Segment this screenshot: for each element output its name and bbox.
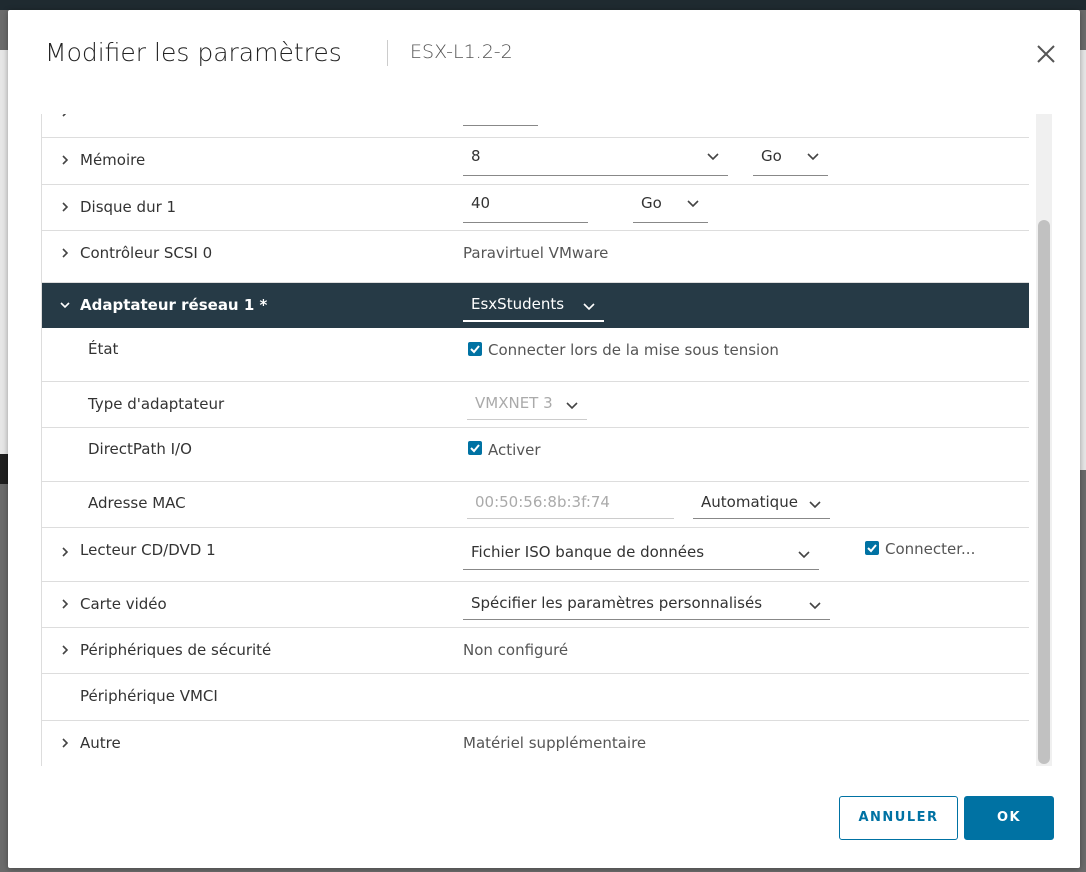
row-value: Paravirtuel VMware: [463, 244, 609, 262]
row-disque: Disque dur 1 40 Go: [42, 185, 1029, 231]
chevron-down-icon: [583, 303, 595, 311]
row-label: Autre: [80, 734, 121, 752]
chevron-right-icon[interactable]: [60, 738, 70, 748]
row-value: Matériel supplémentaire: [463, 734, 647, 752]
dialog-subtitle: ESX-L1.2-2: [410, 41, 513, 63]
row-autre: Autre Matériel supplémentaire: [42, 721, 1029, 766]
mac-mode-select[interactable]: Automatique: [693, 488, 830, 519]
row-vmci: Périphérique VMCI: [42, 674, 1029, 721]
chevron-down-icon: [707, 153, 719, 161]
row-cddvd: Lecteur CD/DVD 1 Fichier ISO banque de d…: [42, 528, 1029, 582]
row-label: Adaptateur réseau 1 *: [80, 296, 268, 314]
network-select[interactable]: EsxStudents: [463, 291, 604, 322]
chevron-down-icon: [566, 402, 578, 410]
adapter-type-value: VMXNET 3: [475, 394, 553, 412]
row-label: Type d'adaptateur: [88, 395, 225, 413]
cddvd-source-select[interactable]: Fichier ISO banque de données: [463, 538, 819, 570]
chevron-down-icon: [687, 200, 699, 208]
adapter-type-select[interactable]: VMXNET 3: [467, 390, 587, 420]
background-panel-dark: [0, 454, 8, 484]
chevron-right-icon[interactable]: [60, 248, 70, 258]
chevron-right-icon[interactable]: [60, 645, 70, 655]
row-label: Périphériques de sécurité: [80, 641, 272, 659]
row-label: Mémoire: [80, 151, 146, 169]
scrollbar-thumb[interactable]: [1038, 220, 1050, 764]
row-label: Contrôleur SCSI 0: [80, 244, 213, 262]
mac-address-input[interactable]: 00:50:56:8b:3f:74: [467, 488, 674, 519]
chevron-right-icon[interactable]: [60, 202, 70, 212]
row-label: Périphérique VMCI: [80, 687, 218, 705]
close-icon[interactable]: [1032, 40, 1060, 68]
chevron-down-icon[interactable]: [60, 300, 70, 310]
checkbox-label: Connecter lors de la mise sous tension: [488, 341, 779, 359]
chevron-down-icon: [807, 153, 819, 161]
checkbox-label: Activer: [488, 441, 541, 459]
disk-size-value: 40: [471, 194, 491, 212]
row-label: État: [88, 340, 119, 358]
row-label: DirectPath I/O: [88, 440, 192, 458]
row-label: Adresse MAC: [88, 494, 186, 512]
checkbox-label: Connecter...: [885, 540, 976, 558]
edit-settings-dialog: Modifier les paramètres ESX-L1.2-2 Mémoi…: [8, 10, 1080, 868]
row-memoire: Mémoire 8 Go: [42, 138, 1029, 185]
video-card-value: Spécifier les paramètres personnalisés: [471, 594, 763, 612]
background-panel: [0, 50, 8, 470]
row-value: Non configuré: [463, 641, 569, 659]
video-card-select[interactable]: Spécifier les paramètres personnalisés: [463, 589, 830, 620]
row-directpath: DirectPath I/O Activer: [42, 428, 1029, 482]
cancel-button[interactable]: ANNULER: [839, 796, 958, 840]
memory-unit-value: Go: [761, 147, 782, 165]
hardware-settings-list: Mémoire 8 Go Disque dur 1 40 Go Contrôle…: [41, 114, 1030, 766]
memory-size-value: 8: [471, 147, 481, 165]
disk-size-input[interactable]: 40: [463, 194, 588, 223]
ok-button[interactable]: OK: [964, 796, 1054, 840]
chevron-down-icon: [809, 501, 821, 509]
cddvd-source-value: Fichier ISO banque de données: [471, 543, 705, 561]
row-cpu: [42, 114, 1029, 138]
row-type-adaptateur: Type d'adaptateur VMXNET 3: [42, 382, 1029, 428]
directpath-checkbox[interactable]: [468, 441, 482, 455]
row-label: Disque dur 1: [80, 198, 177, 216]
mac-address-value: 00:50:56:8b:3f:74: [475, 493, 610, 511]
chevron-right-icon[interactable]: [60, 155, 70, 165]
memory-unit-select[interactable]: Go: [753, 147, 828, 176]
cpu-field[interactable]: [463, 114, 538, 126]
disk-unit-select[interactable]: Go: [633, 194, 708, 223]
cddvd-connect-checkbox[interactable]: [865, 541, 879, 555]
row-adaptateur-reseau[interactable]: Adaptateur réseau 1 * EsxStudents: [42, 283, 1029, 328]
row-label: Lecteur CD/DVD 1: [80, 541, 216, 559]
row-carte-video: Carte vidéo Spécifier les paramètres per…: [42, 582, 1029, 628]
disk-unit-value: Go: [641, 194, 662, 212]
background-panel-right: [1080, 50, 1086, 470]
dialog-title: Modifier les paramètres: [45, 38, 342, 67]
row-adresse-mac: Adresse MAC 00:50:56:8b:3f:74 Automatiqu…: [42, 482, 1029, 528]
row-etat: État Connecter lors de la mise sous tens…: [42, 328, 1029, 382]
row-securite: Périphériques de sécurité Non configuré: [42, 628, 1029, 674]
chevron-down-icon: [809, 602, 821, 610]
network-value: EsxStudents: [471, 295, 565, 313]
row-scsi: Contrôleur SCSI 0 Paravirtuel VMware: [42, 231, 1029, 283]
mac-mode-value: Automatique: [701, 493, 798, 511]
chevron-down-icon: [798, 551, 810, 559]
memory-size-select[interactable]: 8: [463, 147, 728, 176]
background-header: [0, 0, 1086, 10]
chevron-right-icon[interactable]: [60, 599, 70, 609]
row-label: Carte vidéo: [80, 595, 167, 613]
chevron-right-icon[interactable]: [60, 547, 70, 557]
connect-on-power-checkbox[interactable]: [468, 342, 482, 356]
title-separator: [387, 40, 388, 66]
chevron-right-icon[interactable]: [60, 114, 70, 117]
